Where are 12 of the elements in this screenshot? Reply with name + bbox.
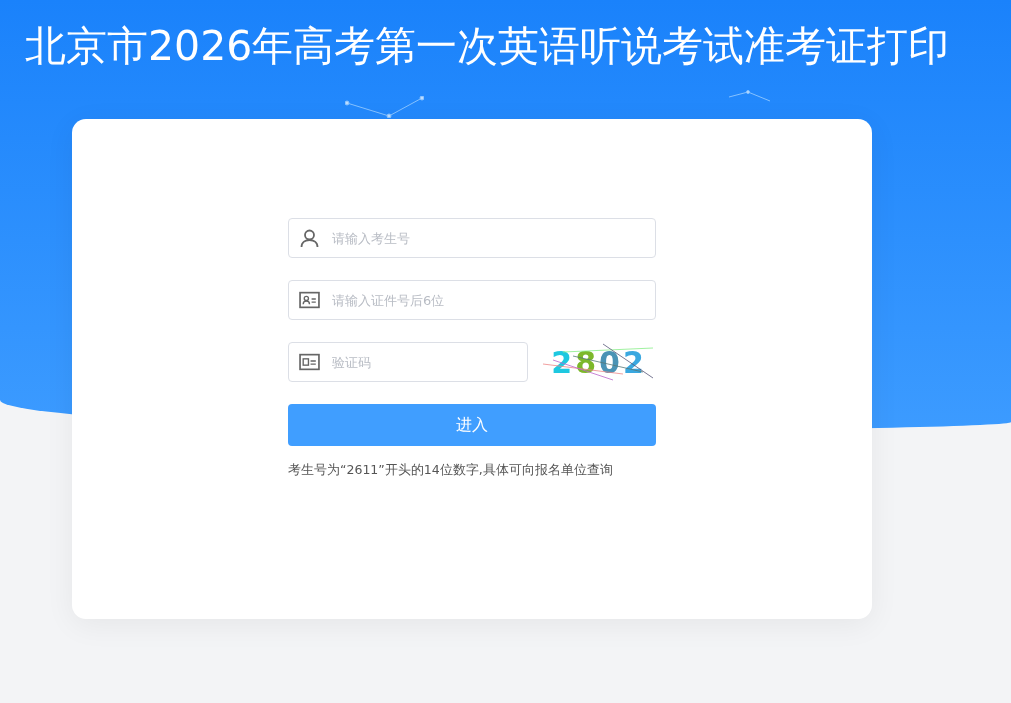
hint-text: 考生号为“2611”开头的14位数字,具体可向报名单位查询	[288, 462, 614, 479]
card-icon	[299, 352, 320, 372]
id-number-field[interactable]: 请输入证件号后6位	[288, 280, 656, 320]
page-title: 北京市2026年高考第一次英语听说考试准考证打印	[25, 21, 951, 72]
captcha-image[interactable]: 2802	[542, 342, 656, 382]
id-card-icon	[299, 290, 320, 310]
enter-button[interactable]: 进入	[288, 404, 656, 446]
captcha-field[interactable]: 验证码	[288, 342, 528, 382]
person-icon	[299, 228, 320, 248]
captcha-text: 2802	[551, 344, 647, 380]
network-lines-drawing	[729, 90, 771, 102]
candidate-number-field[interactable]: 请输入考生号	[288, 218, 656, 258]
